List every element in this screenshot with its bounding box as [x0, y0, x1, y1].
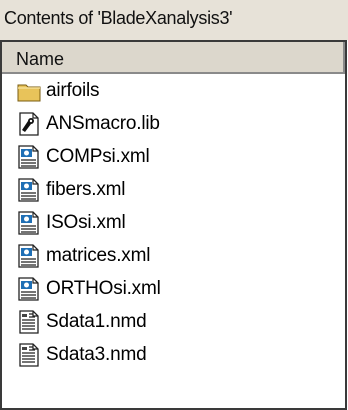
list-item[interactable]: Sdata3.nmd	[2, 338, 345, 371]
nmd-file-icon	[19, 309, 39, 334]
xml-file-icon	[18, 276, 39, 301]
file-name: fibers.xml	[46, 178, 126, 200]
list-item[interactable]: ANSmacro.lib	[2, 107, 345, 140]
xml-file-icon	[18, 177, 39, 202]
xml-file-icon	[18, 210, 39, 235]
list-item[interactable]: matrices.xml	[2, 239, 345, 272]
list-item[interactable]: airfoils	[2, 74, 345, 107]
file-list-panel: Name airfoils ANSmacro.lib COMPsi.xml fi…	[0, 40, 347, 410]
file-name: Sdata1.nmd	[46, 310, 147, 332]
list-item[interactable]: COMPsi.xml	[2, 140, 345, 173]
list-item[interactable]: ORTHOsi.xml	[2, 272, 345, 305]
file-name: COMPsi.xml	[46, 145, 150, 167]
library-file-icon	[19, 111, 39, 136]
file-list: airfoils ANSmacro.lib COMPsi.xml fibers.…	[2, 74, 345, 371]
name-column-label: Name	[16, 49, 65, 69]
contents-title: Contents of 'BladeXanalysis3'	[4, 8, 233, 28]
list-item[interactable]: Sdata1.nmd	[2, 305, 345, 338]
folder-icon	[17, 84, 41, 101]
contents-header: Contents of 'BladeXanalysis3'	[0, 0, 348, 40]
list-item[interactable]: ISOsi.xml	[2, 206, 345, 239]
file-name: ORTHOsi.xml	[46, 277, 161, 299]
file-name: Sdata3.nmd	[46, 343, 147, 365]
name-column-header[interactable]: Name	[2, 42, 345, 74]
xml-file-icon	[18, 243, 39, 268]
file-name: airfoils	[46, 79, 100, 101]
file-name: matrices.xml	[46, 244, 151, 266]
xml-file-icon	[18, 144, 39, 169]
file-name: ISOsi.xml	[46, 211, 126, 233]
list-item[interactable]: fibers.xml	[2, 173, 345, 206]
file-name: ANSmacro.lib	[46, 112, 160, 134]
nmd-file-icon	[19, 342, 39, 367]
